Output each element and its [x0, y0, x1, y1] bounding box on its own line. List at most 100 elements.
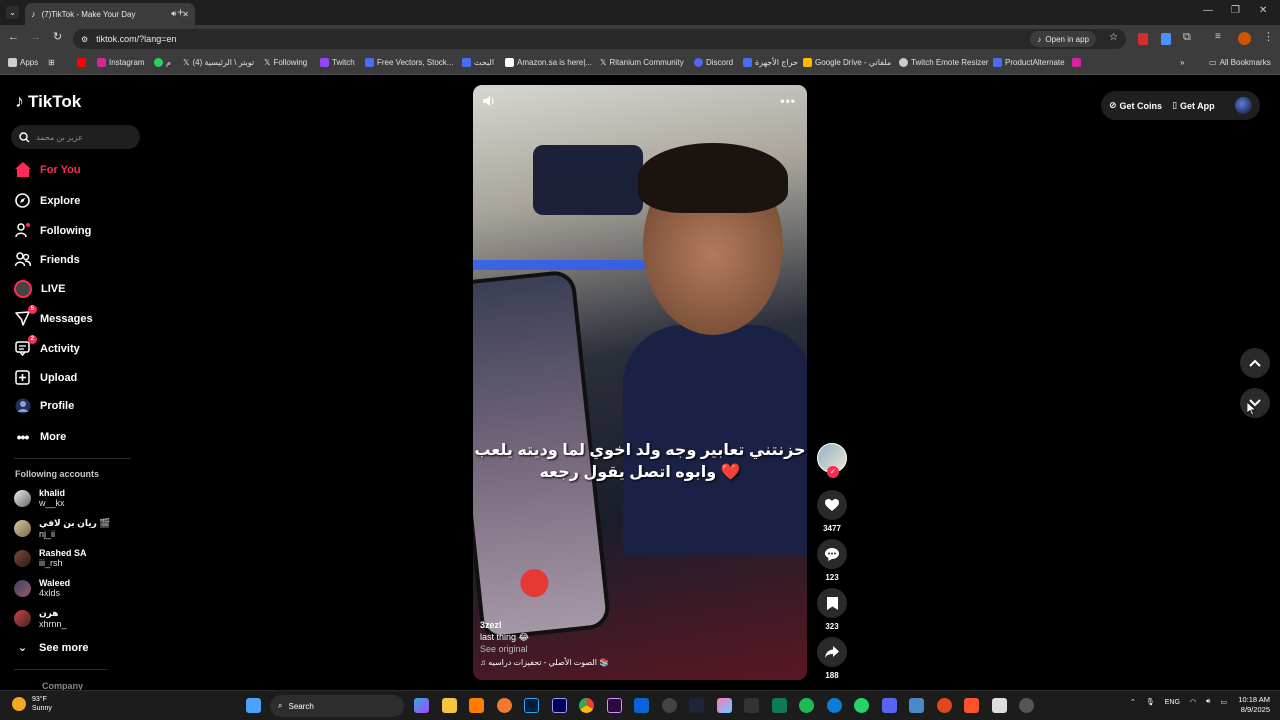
save-button[interactable]: 323	[817, 588, 847, 631]
adobe-express-icon[interactable]	[607, 698, 622, 713]
close-window-button[interactable]: ✕	[1259, 5, 1267, 16]
nav-more[interactable]: ••• More	[14, 428, 67, 445]
profile-avatar-icon[interactable]	[1238, 32, 1251, 45]
bookmark-youtube[interactable]	[77, 58, 86, 67]
bookmark-apps[interactable]: Apps	[8, 58, 38, 67]
omnibox[interactable]: ⚙ tiktok.com/?lang=en ♪ Open in app ☆	[73, 29, 1126, 49]
system-clock[interactable]: 10:18 AM 8/9/2025	[1236, 695, 1270, 715]
bookmark-emote-resizer[interactable]: Twitch Emote Resizer	[899, 58, 988, 67]
bookmark-free-vectors[interactable]: Free Vectors, Stock...	[365, 58, 453, 67]
open-in-app-button[interactable]: ♪ Open in app	[1030, 31, 1096, 47]
photoshop-icon[interactable]	[524, 698, 539, 713]
bookmark-grid[interactable]: ⊞	[48, 58, 55, 67]
app-icon[interactable]	[937, 698, 952, 713]
app-icon[interactable]	[772, 698, 787, 713]
following-account[interactable]: khalid w__kx	[14, 488, 65, 508]
comment-button[interactable]: 123	[817, 539, 847, 582]
extension-icon[interactable]	[1161, 33, 1171, 45]
bookmark-instagram[interactable]: Instagram	[97, 58, 145, 67]
outlook-icon[interactable]	[634, 698, 649, 713]
follow-plus-icon[interactable]: ✓	[827, 466, 839, 478]
wifi-icon[interactable]: ◠	[1190, 698, 1196, 706]
nav-live[interactable]: LIVE	[14, 280, 65, 298]
new-tab-button[interactable]: +	[177, 5, 184, 19]
bookmark-haraj[interactable]: حراج الأجهزة	[743, 58, 798, 67]
following-account[interactable]: ريان بن لافي 🎬 nj_ii	[14, 518, 111, 539]
nav-for-you[interactable]: For You	[14, 161, 81, 178]
url-text[interactable]: tiktok.com/?lang=en	[96, 34, 176, 44]
after-effects-icon[interactable]	[552, 698, 567, 713]
video-more-icon[interactable]: •••	[780, 94, 796, 108]
chrome-icon[interactable]	[579, 698, 594, 713]
like-button[interactable]: 3477	[817, 490, 847, 533]
following-account[interactable]: Waleed 4xlds	[14, 578, 70, 598]
nav-following[interactable]: Following	[14, 222, 91, 239]
tab-audio-icon[interactable]: 🔊︎	[171, 9, 176, 19]
bookmark-discord[interactable]: Discord	[694, 58, 733, 67]
app-icon[interactable]	[992, 698, 1007, 713]
taskbar-search[interactable]: ⌕ Search	[270, 695, 404, 717]
nav-explore[interactable]: Explore	[14, 192, 80, 209]
see-original-link[interactable]: See original	[480, 643, 609, 655]
bookmark-following[interactable]: 𝕏 Following	[264, 58, 307, 67]
creator-avatar[interactable]: ✓	[817, 443, 847, 478]
user-avatar[interactable]	[1235, 97, 1252, 114]
bookmark-instagram-2[interactable]	[1072, 58, 1081, 67]
forward-icon[interactable]: →	[30, 31, 41, 43]
tiktok-logo[interactable]: ♪ TikTok	[15, 91, 81, 112]
share-button[interactable]: 188	[817, 637, 847, 680]
whatsapp-icon[interactable]	[854, 698, 869, 713]
get-app-button[interactable]: ▯ Get App	[1172, 100, 1215, 111]
video-username[interactable]: 3zezl	[480, 619, 609, 631]
following-account[interactable]: Rashed SA iii_rsh	[14, 548, 87, 568]
file-explorer-icon[interactable]	[442, 698, 457, 713]
app-icon[interactable]	[744, 698, 759, 713]
bookmark-amazon[interactable]: Amazon.sa is here|...	[505, 58, 592, 67]
all-bookmarks-button[interactable]: ▭ All Bookmarks	[1209, 58, 1271, 67]
bookmark-twitter-home[interactable]: 𝕏 تويتر \ الرئيسية (4)	[183, 58, 254, 67]
maximize-button[interactable]: ❐	[1231, 5, 1240, 16]
app-icon[interactable]	[909, 698, 924, 713]
edge-icon[interactable]	[827, 698, 842, 713]
see-more-button[interactable]: ⌄ See more	[14, 641, 89, 655]
copilot-app-icon[interactable]	[717, 698, 732, 713]
nav-activity[interactable]: 2 Activity	[14, 335, 80, 357]
extensions-puzzle-icon[interactable]: ⧉	[1183, 31, 1191, 44]
bookmark-star-icon[interactable]: ☆	[1109, 32, 1118, 43]
steam-icon[interactable]	[689, 698, 704, 713]
discord-icon[interactable]	[882, 698, 897, 713]
back-icon[interactable]: ←	[8, 31, 19, 43]
illustrator-icon[interactable]	[469, 698, 484, 713]
weather-widget[interactable]: 93°F Sunny	[12, 695, 52, 713]
nav-profile[interactable]: Profile	[14, 397, 74, 414]
language-indicator[interactable]: ENG	[1165, 699, 1180, 706]
browser-menu-icon[interactable]: ⋮	[1263, 30, 1274, 43]
search-input[interactable]: عزيز بن محمد	[11, 125, 140, 149]
nav-upload[interactable]: Upload	[14, 369, 77, 386]
blender-icon[interactable]	[497, 698, 512, 713]
copilot-icon[interactable]	[414, 698, 429, 713]
nav-friends[interactable]: Friends	[14, 251, 80, 268]
bookmark-google-drive[interactable]: Google Drive - ملفاتي	[803, 58, 891, 67]
media-control-icon[interactable]: ≡	[1215, 31, 1221, 42]
volume-icon[interactable]	[482, 94, 496, 108]
video-sound[interactable]: ♫ الصوت الأصلي - تحفيزات دراسيه 📚	[480, 657, 609, 669]
microphone-icon[interactable]: 🎙︎	[1146, 698, 1155, 706]
brave-icon[interactable]	[964, 698, 979, 713]
bookmark-search[interactable]: البحث	[462, 58, 494, 67]
app-icon[interactable]	[662, 698, 677, 713]
minimize-button[interactable]: —	[1203, 5, 1213, 16]
tray-overflow-icon[interactable]: ⌃	[1130, 698, 1136, 706]
battery-icon[interactable]: ▭	[1220, 698, 1227, 706]
video-player[interactable]: حزنتني تعابير وجه ولد اخوي لما وديته يلع…	[473, 85, 807, 680]
get-coins-button[interactable]: ⊘ Get Coins	[1109, 100, 1162, 111]
browser-tab[interactable]: ♪ (7)TikTok - Make Your Day 🔊︎ ✕	[25, 3, 195, 25]
nav-messages[interactable]: 5 Messages	[14, 305, 93, 327]
bookmark-productalternate[interactable]: ProductAlternate	[993, 58, 1065, 67]
bookmark-whatsapp[interactable]: م	[154, 58, 171, 67]
spotify-icon[interactable]	[799, 698, 814, 713]
reload-icon[interactable]: ↻	[53, 30, 62, 43]
bookmarks-overflow-icon[interactable]: »	[1180, 58, 1184, 67]
windows-start-icon[interactable]	[246, 698, 261, 713]
bookmark-twitch[interactable]: Twitch	[320, 58, 355, 67]
